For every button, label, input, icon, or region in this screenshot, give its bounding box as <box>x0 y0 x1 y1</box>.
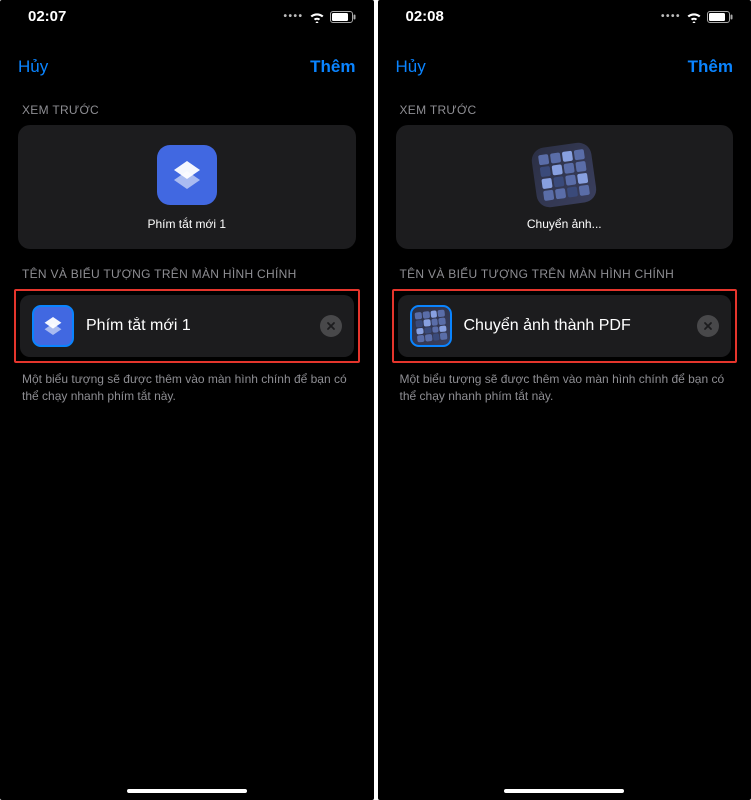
shortcut-app-icon-photo <box>530 141 598 209</box>
battery-icon <box>330 11 356 23</box>
battery-icon <box>707 11 733 23</box>
clock: 02:07 <box>28 8 66 25</box>
highlighted-input-area <box>392 289 738 363</box>
preview-label: Chuyển ảnh... <box>527 217 602 231</box>
nav-bar: Hủy Thêm <box>378 29 751 85</box>
name-icon-header: TÊN VÀ BIỂU TƯỢNG TRÊN MÀN HÌNH CHÍNH <box>378 249 751 289</box>
status-icons: •••• <box>283 11 355 23</box>
add-button[interactable]: Thêm <box>310 57 355 77</box>
clock: 02:08 <box>406 8 444 25</box>
clear-text-button[interactable] <box>697 315 719 337</box>
preview-header: XEM TRƯỚC <box>0 85 374 125</box>
name-input-row[interactable] <box>398 295 732 357</box>
photo-thumb-icon <box>538 149 590 201</box>
preview-label: Phím tắt mới 1 <box>147 217 226 231</box>
highlighted-input-area <box>14 289 360 363</box>
footer-hint: Một biểu tượng sẽ được thêm vào màn hình… <box>0 363 374 406</box>
cell-dots-icon: •••• <box>283 11 303 22</box>
shortcut-name-input[interactable] <box>86 317 308 335</box>
wifi-icon <box>309 11 325 23</box>
cancel-button[interactable]: Hủy <box>18 57 48 77</box>
cell-dots-icon: •••• <box>661 11 681 22</box>
name-input-row[interactable] <box>20 295 354 357</box>
shortcuts-icon <box>170 158 204 192</box>
preview-card: Phím tắt mới 1 <box>18 125 356 249</box>
photo-thumb-icon <box>414 310 447 343</box>
phone-screen-right: 02:08 •••• Hủy Thêm XEM TRƯỚC Chuyển ảnh… <box>378 0 751 800</box>
add-button[interactable]: Thêm <box>688 57 733 77</box>
preview-card: Chuyển ảnh... <box>396 125 734 249</box>
icon-picker-button[interactable] <box>32 305 74 347</box>
close-icon <box>703 321 713 331</box>
shortcut-app-icon <box>157 145 217 205</box>
phone-screen-left: 02:07 •••• Hủy Thêm XEM TRƯỚC Phím tắt m… <box>0 0 374 800</box>
preview-header: XEM TRƯỚC <box>378 85 751 125</box>
shortcuts-icon <box>42 315 64 337</box>
home-indicator[interactable] <box>127 789 247 793</box>
status-icons: •••• <box>661 11 733 23</box>
name-icon-header: TÊN VÀ BIỂU TƯỢNG TRÊN MÀN HÌNH CHÍNH <box>0 249 374 289</box>
status-bar: 02:08 •••• <box>378 0 751 29</box>
clear-text-button[interactable] <box>320 315 342 337</box>
icon-picker-button[interactable] <box>410 305 452 347</box>
shortcut-name-input[interactable] <box>464 317 686 335</box>
nav-bar: Hủy Thêm <box>0 29 374 85</box>
wifi-icon <box>686 11 702 23</box>
footer-hint: Một biểu tượng sẽ được thêm vào màn hình… <box>378 363 751 406</box>
home-indicator[interactable] <box>504 789 624 793</box>
status-bar: 02:07 •••• <box>0 0 374 29</box>
cancel-button[interactable]: Hủy <box>396 57 426 77</box>
close-icon <box>326 321 336 331</box>
